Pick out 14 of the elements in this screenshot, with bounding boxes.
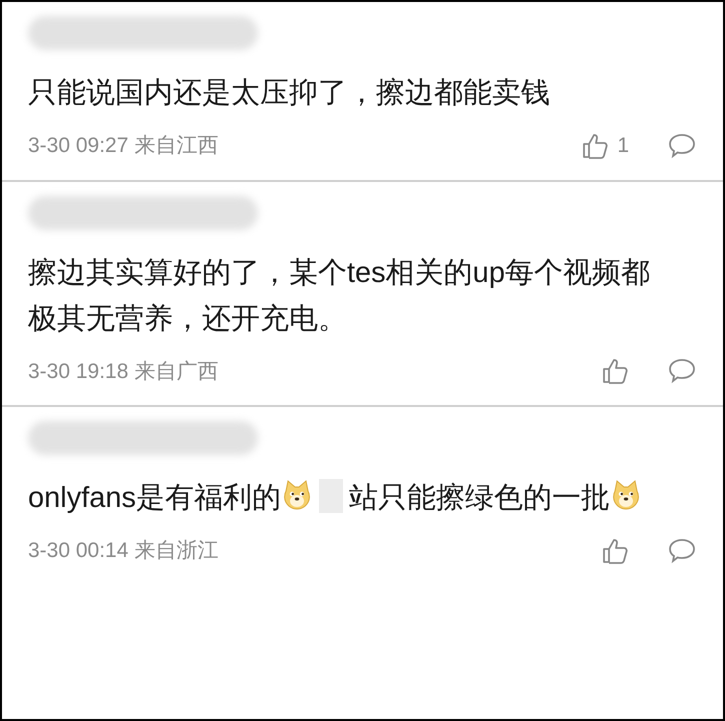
like-count: 1 bbox=[617, 133, 629, 159]
comment-text: 站只能擦绿色的一批 bbox=[349, 482, 610, 514]
comment-icon[interactable] bbox=[667, 132, 697, 160]
thumbs-up-icon[interactable] bbox=[581, 132, 610, 160]
comment-text: onlyfans是有福利的 bbox=[28, 482, 282, 514]
comment-text: 只能说国内还是太压抑了，擦边都能卖钱 bbox=[28, 77, 550, 109]
comment-meta: 3-30 19:18 来自广西 bbox=[28, 358, 218, 384]
thumbs-up-icon[interactable] bbox=[601, 536, 629, 565]
comment-meta: 3-30 00:14 来自浙江 bbox=[28, 538, 218, 564]
thumbs-up-icon[interactable] bbox=[601, 357, 629, 386]
comment-text: 擦边其实算好的了，某个tes相关的up每个视频都极其无营养，还开充电。 bbox=[28, 256, 650, 334]
comment-icon[interactable] bbox=[667, 536, 697, 565]
comment-icon[interactable] bbox=[667, 357, 697, 386]
comment-meta: 3-30 09:27 来自江西 bbox=[28, 133, 218, 159]
